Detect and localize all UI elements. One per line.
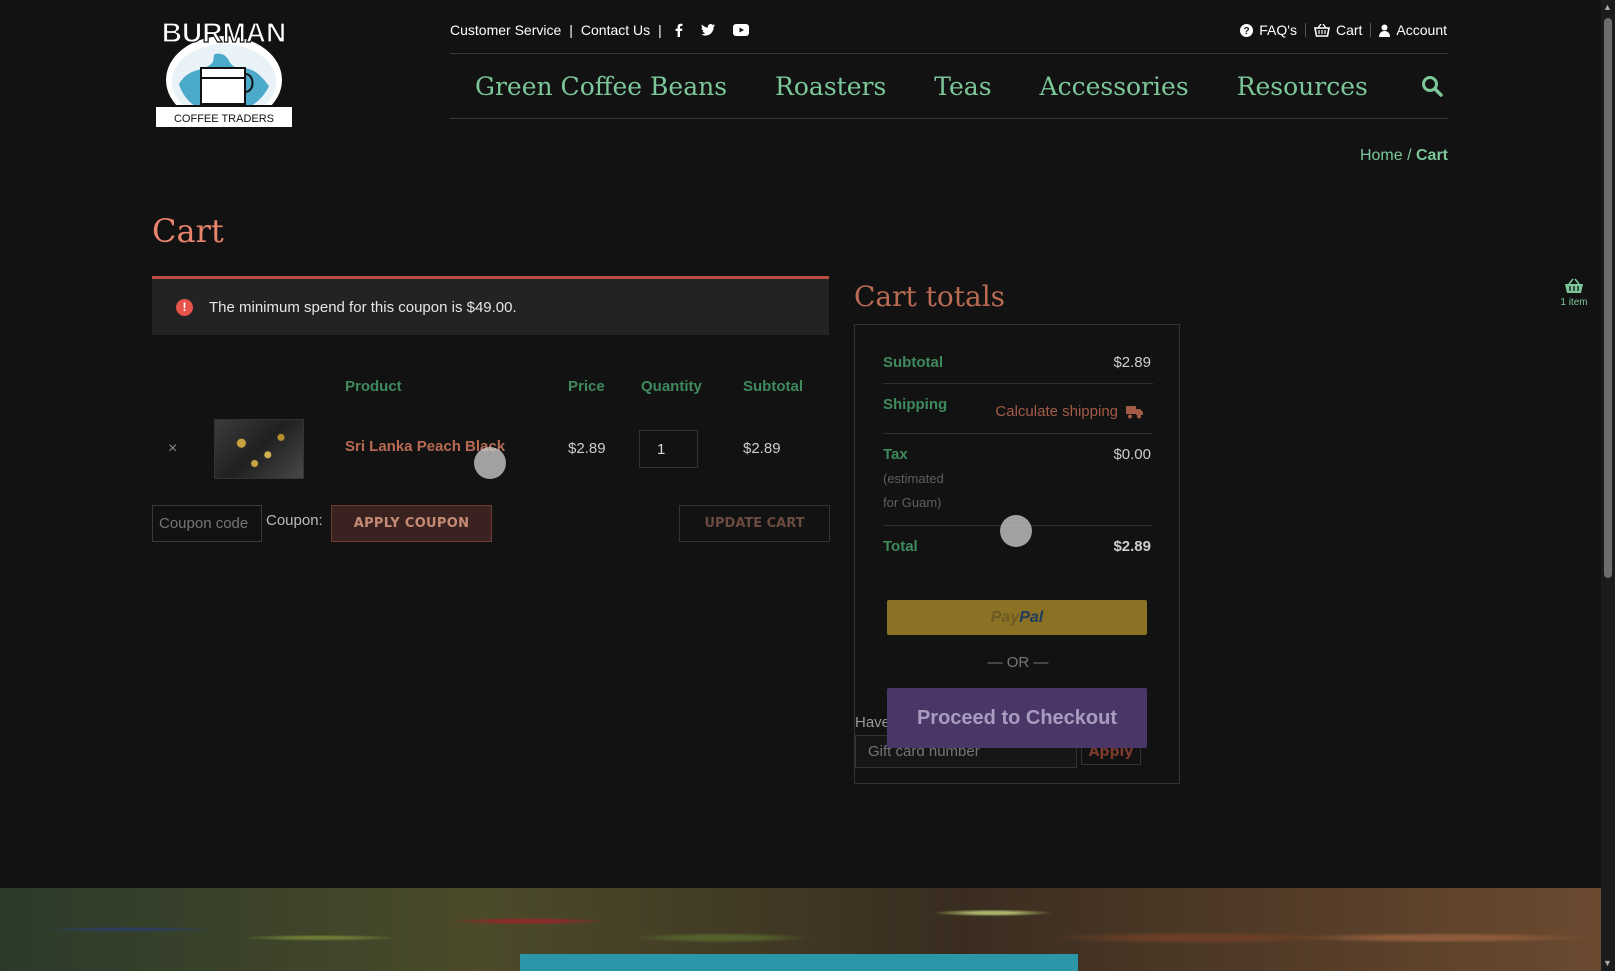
- cart-label: Cart: [1335, 22, 1363, 38]
- nav-accessories[interactable]: Accessories: [1040, 72, 1189, 101]
- pointer-indicator: [474, 447, 506, 479]
- coupon-code-input[interactable]: [152, 505, 262, 542]
- nav-resources[interactable]: Resources: [1237, 72, 1368, 101]
- page-title: Cart: [152, 212, 224, 250]
- update-cart-button[interactable]: UPDATE CART: [679, 505, 830, 542]
- total-label: Total: [883, 538, 918, 555]
- truck-icon: [1126, 405, 1143, 418]
- product-price: $2.89: [568, 440, 606, 457]
- breadcrumb-separator: /: [1402, 147, 1416, 164]
- svg-text:?: ?: [1244, 26, 1250, 37]
- divider: [883, 383, 1153, 384]
- subtotal-value: $2.89: [1113, 354, 1151, 371]
- account-label: Account: [1396, 22, 1447, 38]
- divider: [1304, 23, 1306, 37]
- divider: [883, 433, 1153, 434]
- scrollbar-thumb[interactable]: [1604, 18, 1612, 578]
- faq-label: FAQ's: [1259, 22, 1297, 38]
- coupon-label: Coupon:: [266, 512, 323, 529]
- product-thumbnail[interactable]: [214, 419, 304, 479]
- tax-note-line2: for Guam): [883, 495, 942, 510]
- top-link-separator: |: [569, 22, 573, 38]
- gift-card-label: Have: [855, 714, 891, 731]
- col-header-product: Product: [345, 378, 402, 395]
- nav-roasters[interactable]: Roasters: [775, 72, 886, 101]
- contact-us-link[interactable]: Contact Us: [581, 22, 650, 38]
- pointer-indicator: [1000, 515, 1032, 547]
- error-notice: ! The minimum spend for this coupon is $…: [152, 276, 829, 335]
- apply-coupon-button[interactable]: APPLY COUPON: [331, 505, 492, 542]
- cart-totals-panel: Subtotal $2.89 Shipping Calculate shippi…: [854, 324, 1180, 784]
- remove-item-button[interactable]: ×: [168, 440, 177, 458]
- col-header-quantity: Quantity: [641, 378, 702, 395]
- tax-note-line1: (estimated: [883, 471, 944, 486]
- basket-icon: [1565, 278, 1583, 293]
- facebook-icon[interactable]: [674, 23, 683, 37]
- logo-title: BURMAN: [162, 17, 286, 48]
- col-header-subtotal: Subtotal: [743, 378, 803, 395]
- breadcrumb-home[interactable]: Home: [1360, 147, 1403, 164]
- account-link[interactable]: Account: [1379, 22, 1447, 38]
- mini-cart-count: 1 item: [1560, 297, 1588, 308]
- proceed-to-checkout-button[interactable]: Proceed to Checkout: [887, 688, 1147, 748]
- cart-link[interactable]: Cart: [1313, 22, 1363, 38]
- breadcrumb: Home / Cart: [1360, 147, 1448, 165]
- faq-link[interactable]: ? FAQ's: [1240, 22, 1297, 38]
- product-subtotal: $2.89: [743, 440, 781, 457]
- divider: [1370, 23, 1372, 37]
- top-links: Customer Service | Contact Us |: [450, 22, 763, 38]
- scroll-down-icon[interactable]: ▼: [1603, 958, 1612, 968]
- question-circle-icon: ?: [1240, 23, 1254, 37]
- calculate-shipping-link[interactable]: Calculate shipping: [995, 403, 1143, 420]
- shipping-label: Shipping: [883, 396, 948, 413]
- page-scrollbar[interactable]: ▲ ▼: [1601, 0, 1615, 971]
- col-header-price: Price: [568, 378, 605, 395]
- total-value: $2.89: [1113, 538, 1151, 555]
- search-icon[interactable]: [1421, 75, 1443, 97]
- error-icon: !: [176, 298, 193, 316]
- paypal-logo-part2: Pal: [1019, 608, 1044, 626]
- youtube-icon[interactable]: [732, 24, 749, 36]
- customer-service-link[interactable]: Customer Service: [450, 22, 561, 38]
- nav-green-coffee-beans[interactable]: Green Coffee Beans: [475, 72, 727, 101]
- quantity-input[interactable]: [639, 430, 698, 468]
- error-message: The minimum spend for this coupon is $49…: [209, 298, 517, 316]
- nav-teas[interactable]: Teas: [934, 72, 991, 101]
- logo-subtitle: COFFEE TRADERS: [174, 113, 274, 125]
- user-icon: [1379, 24, 1391, 37]
- scroll-up-icon[interactable]: ▲: [1603, 2, 1612, 12]
- or-separator: — OR —: [987, 654, 1049, 671]
- subtotal-label: Subtotal: [883, 354, 943, 371]
- calculate-shipping-label: Calculate shipping: [995, 403, 1118, 420]
- footer-accent-bar: [520, 954, 1078, 971]
- paypal-button[interactable]: Pay Pal: [887, 600, 1147, 635]
- burman-logo[interactable]: COFFEE TRADERS BURMAN: [151, 12, 297, 132]
- twitter-icon[interactable]: [700, 24, 715, 36]
- mini-cart-widget[interactable]: 1 item: [1554, 278, 1594, 308]
- breadcrumb-current: Cart: [1415, 147, 1448, 164]
- paypal-logo-part1: Pay: [990, 608, 1020, 626]
- top-link-separator: |: [658, 22, 662, 38]
- main-nav: Green Coffee Beans Roasters Teas Accesso…: [450, 53, 1448, 119]
- cart-totals-title: Cart totals: [854, 280, 1006, 313]
- tax-label: Tax: [883, 446, 908, 463]
- account-links: ? FAQ's Cart Account: [1240, 22, 1447, 38]
- tax-value: $0.00: [1113, 446, 1151, 463]
- basket-icon: [1313, 23, 1330, 37]
